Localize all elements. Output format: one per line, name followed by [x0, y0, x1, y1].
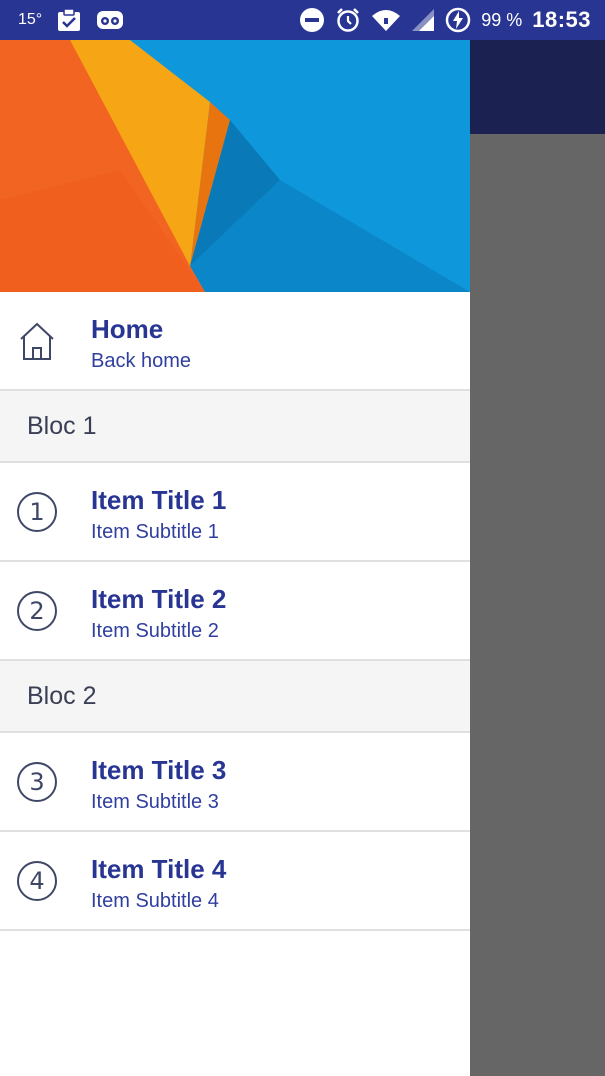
menu-item-3-subtitle: Item Subtitle 3 — [91, 791, 219, 813]
menu-item-home-subtitle: Back home — [91, 350, 192, 372]
home-icon — [16, 320, 58, 362]
number-1-circle-icon: 1 — [16, 491, 58, 533]
number-3-circle-icon: 3 — [16, 761, 58, 803]
battery-percent-text: 99 % — [481, 9, 523, 30]
clock-text: 18:53 — [532, 7, 591, 32]
app-bar-background — [470, 40, 605, 134]
temperature-text: 15° — [18, 11, 43, 28]
menu-item-4-subtitle: Item Subtitle 4 — [91, 890, 219, 912]
menu-item-4[interactable]: 4 Item Title 4 Item Subtitle 4 — [0, 832, 470, 931]
section-header-bloc-2: Bloc 2 — [0, 661, 470, 733]
menu-item-3-title: Item Title 3 — [91, 755, 227, 785]
drawer-menu: Home Back home Bloc 1 1 Item Title 1 Ite… — [0, 292, 470, 931]
menu-item-1[interactable]: 1 Item Title 1 Item Subtitle 1 — [0, 463, 470, 562]
wifi-icon — [371, 8, 401, 32]
item-number-1: 1 — [17, 491, 57, 532]
section-header-bloc-1: Bloc 1 — [0, 391, 470, 463]
menu-item-2-title: Item Title 2 — [91, 584, 227, 614]
drawer-scrim[interactable] — [470, 134, 605, 1076]
menu-item-1-title: Item Title 1 — [91, 485, 227, 515]
item-number-2: 2 — [17, 590, 57, 631]
battery-charging-icon — [445, 7, 471, 33]
menu-item-home-title: Home — [91, 314, 164, 344]
number-2-circle-icon: 2 — [16, 590, 58, 632]
alarm-icon — [335, 7, 361, 33]
navigation-drawer: Home Back home Bloc 1 1 Item Title 1 Ite… — [0, 40, 470, 1076]
menu-item-3[interactable]: 3 Item Title 3 Item Subtitle 3 — [0, 733, 470, 832]
menu-item-2-subtitle: Item Subtitle 2 — [91, 620, 219, 642]
number-4-circle-icon: 4 — [16, 860, 58, 902]
menu-item-2[interactable]: 2 Item Title 2 Item Subtitle 2 — [0, 562, 470, 661]
drawer-header-image — [0, 40, 470, 292]
menu-item-1-subtitle: Item Subtitle 1 — [91, 521, 219, 543]
item-number-3: 3 — [17, 761, 57, 802]
item-number-4: 4 — [17, 860, 57, 901]
status-bar: 15° 99 % 18:53 — [0, 0, 605, 40]
signal-icon — [411, 8, 435, 32]
clipboard-check-icon — [56, 8, 82, 32]
do-not-disturb-icon — [299, 7, 325, 33]
menu-item-4-title: Item Title 4 — [91, 854, 227, 884]
menu-item-home[interactable]: Home Back home — [0, 292, 470, 391]
voicemail-owl-icon — [96, 9, 124, 31]
